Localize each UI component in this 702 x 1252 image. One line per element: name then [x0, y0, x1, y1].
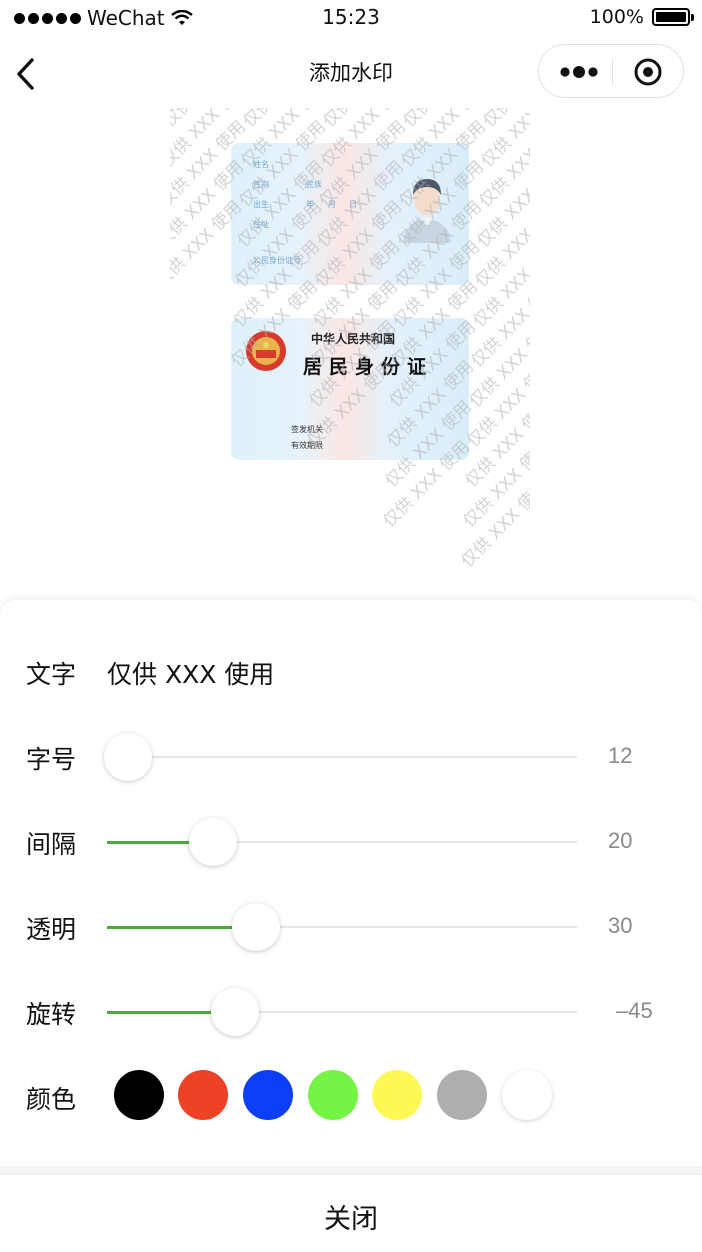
text-label: 文字: [26, 660, 77, 689]
battery-icon: [652, 8, 694, 26]
rotation-label: 旋转: [26, 1000, 77, 1029]
watermark-settings-panel: 文字 仅供 XXX 使用 字号 12 间隔 20 透明 30 旋转 –45 颜色: [0, 600, 702, 1170]
status-bar: WeChat 15:23 100%: [0, 0, 702, 36]
close-mini-program-icon[interactable]: [633, 57, 663, 87]
navigation-bar: 添加水印: [0, 36, 702, 108]
battery-status: 100%: [589, 6, 694, 28]
color-swatch-black[interactable]: [114, 1070, 164, 1120]
watermark-text-input[interactable]: 仅供 XXX 使用: [107, 655, 274, 691]
font-size-value: 12: [608, 743, 633, 768]
watermark-preview: 姓名 性别 民族 出生 年 月 日 住址 公民身份证号 中华人民共和国 居民身份…: [170, 108, 530, 603]
close-button[interactable]: 关闭: [0, 1174, 702, 1252]
spacing-slider[interactable]: [107, 817, 577, 867]
close-button-label: 关闭: [324, 1204, 378, 1235]
color-swatch-yellow[interactable]: [372, 1070, 422, 1120]
color-swatch-green[interactable]: [308, 1070, 358, 1120]
opacity-value: 30: [608, 913, 633, 938]
color-swatch-white[interactable]: [502, 1070, 552, 1120]
slider-thumb[interactable]: [104, 733, 152, 781]
slider-thumb[interactable]: [211, 988, 259, 1036]
color-swatch-gray[interactable]: [437, 1070, 487, 1120]
spacing-label: 间隔: [26, 830, 77, 859]
more-options-icon[interactable]: [557, 61, 605, 83]
opacity-slider[interactable]: [107, 902, 577, 952]
rotation-value: –45: [616, 998, 653, 1023]
opacity-label: 透明: [26, 915, 77, 944]
color-swatch-red[interactable]: [178, 1070, 228, 1120]
rotation-slider[interactable]: [107, 987, 577, 1037]
font-size-label: 字号: [26, 745, 77, 774]
slider-track: [107, 756, 577, 758]
spacing-value: 20: [608, 828, 633, 853]
font-size-slider[interactable]: [104, 732, 577, 782]
battery-percent: 100%: [589, 6, 644, 28]
slider-thumb[interactable]: [188, 818, 237, 866]
color-label: 颜色: [26, 1085, 77, 1114]
watermark-overlay: 仅供 XXX 使用仅供 XXX 使用仅供 XXX 使用仅供 XXX 使用仅供 X…: [170, 108, 530, 572]
mini-program-capsule: [538, 44, 684, 98]
color-swatch-blue[interactable]: [243, 1070, 293, 1120]
section-divider: [0, 1166, 702, 1174]
capsule-divider: [612, 59, 613, 85]
slider-thumb[interactable]: [231, 903, 280, 951]
